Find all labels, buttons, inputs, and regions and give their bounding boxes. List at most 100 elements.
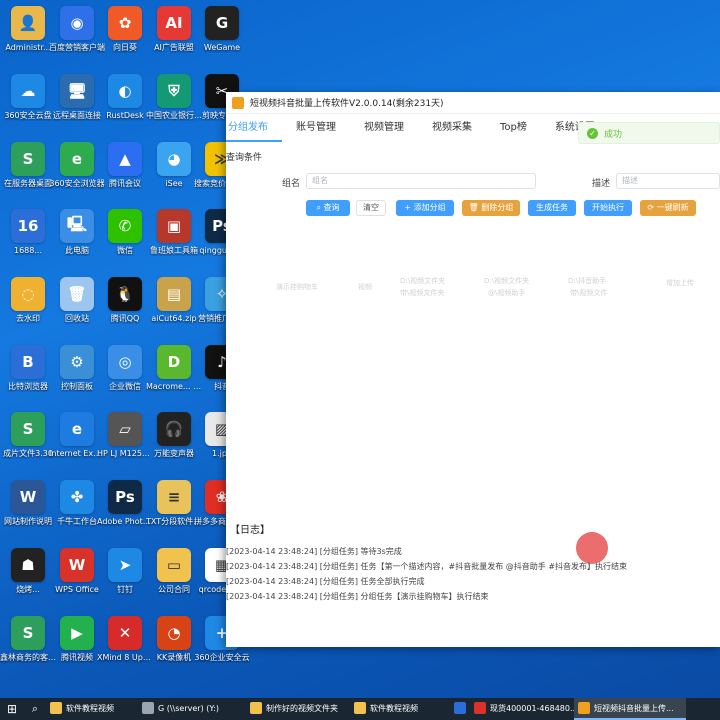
desktop-shortcut[interactable]: 🖥 远程桌面连接	[51, 72, 103, 138]
abc-bank-icon: ⛨	[157, 74, 191, 108]
taskbar: ⊞ ⌕ 软件教程视频 G (\\server) (Y:) 制作好的视频文件夹 软件教程…	[0, 698, 720, 720]
desktop-shortcut[interactable]: ◌ 去水印	[2, 275, 54, 341]
desktop-shortcut[interactable]: ✿ 向日葵	[99, 4, 151, 70]
table-cell: D:\视频文件夹	[400, 277, 446, 285]
desktop-shortcut[interactable]: ▣ 鲁班娘工具箱	[148, 207, 200, 273]
app-icon	[232, 96, 244, 109]
desktop-shortcut[interactable]: ⛨中国农业银行网银助手	[146, 72, 202, 138]
desktop-shortcut[interactable]: ▲ 腾讯会议	[99, 140, 151, 206]
dreamweaver-icon: D	[157, 345, 191, 379]
group-name-input[interactable]: 组名	[306, 173, 536, 189]
desktop-shortcut-label: 微信	[117, 246, 133, 255]
desktop-shortcut[interactable]: ☁ 360安全云盘	[2, 72, 54, 138]
refresh-icon: ⟳	[647, 203, 657, 212]
refresh-all-button[interactable]: ⟳ 一键刷新	[640, 200, 696, 216]
check-icon: ✓	[587, 127, 598, 139]
search-button[interactable]: ⌕ 查询	[306, 200, 350, 216]
desktop-shortcut[interactable]: 👤 Administr...	[2, 4, 54, 70]
taskbar-item[interactable]: 制作好的视频文件夹	[246, 698, 350, 720]
taskbar-item[interactable]: 短视频抖音批量上传...	[574, 698, 686, 720]
kk-recorder-icon: ◔	[157, 616, 191, 650]
rustdesk-icon: ◐	[108, 74, 142, 108]
desktop-shortcut[interactable]: ▶ 腾讯视频	[51, 614, 103, 680]
desktop-shortcut[interactable]: S 在服务器桌面	[2, 140, 54, 206]
start-execution-button[interactable]: 开始执行	[584, 200, 632, 216]
desktop-shortcut[interactable]: ☗ 烧烤...	[2, 546, 54, 612]
desktop-shortcut[interactable]: ▭ 公司合同	[148, 546, 200, 612]
tab-account-management[interactable]: 账号管理	[282, 114, 350, 142]
desktop-shortcut[interactable]: 🎧 万能变声器	[148, 410, 200, 476]
taskbar-item[interactable]: 软件教程视频	[350, 698, 450, 720]
tab-group-publish[interactable]: 分组发布	[226, 114, 282, 142]
generate-task-button[interactable]: 生成任务	[528, 200, 576, 216]
delete-group-label: 删除分组	[481, 203, 514, 212]
dingtalk-icon: ➤	[108, 548, 142, 582]
desktop-shortcut[interactable]: 🐧 腾讯QQ	[99, 275, 151, 341]
desktop-shortcut[interactable]: ◔ KK录像机	[148, 614, 200, 680]
delete-group-button[interactable]: 🗑 删除分组	[462, 200, 520, 216]
desktop-shortcut[interactable]: ⚙ 控制面板	[51, 343, 103, 409]
tab-top-list[interactable]: Top榜	[486, 114, 541, 142]
desktop-shortcut[interactable]: AI AI广告联盟	[148, 4, 200, 70]
log-line: [2023-04-14 23:48:24] [分组任务] 任务全部执行完成	[226, 577, 425, 586]
desktop-shortcut[interactable]: ◐ RustDesk	[99, 72, 151, 138]
desktop-shortcut[interactable]: ▤ aiCut64.zip	[148, 275, 200, 341]
desktop-shortcut[interactable]: ✆ 微信	[99, 207, 151, 273]
refresh-all-label: 一键刷新	[656, 203, 689, 212]
windows-start-icon[interactable]: ⊞	[0, 698, 24, 720]
desktop-shortcut-label: 腾讯会议	[109, 179, 141, 188]
desktop-shortcut-label: 钉钉	[117, 585, 133, 594]
desktop-shortcut[interactable]: S 鑫林商务的客户...	[0, 614, 56, 680]
desktop-shortcut[interactable]: e 360安全浏览器	[49, 140, 105, 206]
control-panel-icon: ⚙	[60, 345, 94, 379]
desktop-shortcut[interactable]: ▱ HP LJ M1251...	[97, 410, 153, 476]
spreadsheet-icon: S	[11, 142, 45, 176]
description-input[interactable]: 描述	[616, 173, 720, 189]
desktop-shortcut[interactable]: ≡TXT分段软件.exe	[146, 478, 202, 544]
desktop: 👤 Administr... ◉ 百度营销客户端 ✿ 向日葵 AI AI广告联盟 G WeGame…	[0, 0, 250, 690]
desktop-shortcut[interactable]: 🖳 此电脑	[51, 207, 103, 273]
desktop-shortcut[interactable]: G WeGame	[196, 4, 248, 70]
isee-icon: ◕	[157, 142, 191, 176]
desktop-shortcut[interactable]: eInternet Explorer	[49, 410, 105, 476]
desktop-shortcut[interactable]: Ps Adobe Photosh...	[97, 478, 153, 544]
desktop-shortcut[interactable]: ◎ 企业微信	[99, 343, 151, 409]
spreadsheet-icon: S	[11, 616, 45, 650]
desktop-shortcut[interactable]: S 成片文件3.30	[2, 410, 54, 476]
taskbar-item-label: 软件教程视频	[370, 703, 418, 713]
desktop-shortcut[interactable]: DMacrome... Dreamwe...	[146, 343, 202, 409]
clear-button[interactable]: 清空	[356, 200, 386, 216]
log-line: [2023-04-14 23:48:24] [分组任务] 任务【第一个描述内容，…	[226, 562, 628, 571]
taskbar-item[interactable]: 软件教程视频	[46, 698, 138, 720]
sunflower-icon: ✿	[108, 6, 142, 40]
window-titlebar[interactable]: 短视频抖音批量上传软件V2.0.0.14(剩余231天)	[226, 92, 720, 114]
desktop-shortcut[interactable]: B 比特浏览器	[2, 343, 54, 409]
desktop-shortcut[interactable]: 16 1688...	[2, 207, 54, 273]
desktop-shortcut[interactable]: W 网站制作说明	[2, 478, 54, 544]
plus-icon: +	[404, 203, 414, 212]
desktop-shortcut[interactable]: ✕ XMind 8 Update 9	[97, 614, 153, 680]
desktop-shortcut[interactable]: ◉ 百度营销客户端	[49, 4, 105, 70]
desktop-shortcut-label: XMind 8 Update 9	[97, 653, 153, 662]
qianniu-icon: ✤	[60, 480, 94, 514]
ie-icon: e	[60, 412, 94, 446]
desktop-shortcut[interactable]: 🗑 回收站	[51, 275, 103, 341]
add-group-button[interactable]: + 添加分组	[396, 200, 454, 216]
cloud-drive-icon: ☁	[11, 74, 45, 108]
taskbar-item[interactable]: 现货400001-468480...	[470, 698, 574, 720]
txt-tool-icon: ≡	[157, 480, 191, 514]
taskbar-item[interactable]	[450, 698, 470, 720]
desktop-shortcut[interactable]: ◕ iSee	[148, 140, 200, 206]
taskbar-item[interactable]: G (\\server) (Y:)	[138, 698, 246, 720]
taskbar-item-label: 现货400001-468480...	[490, 703, 574, 713]
taskbar-item-label: 短视频抖音批量上传...	[594, 703, 674, 713]
user-folder-icon: 👤	[11, 6, 45, 40]
search-icon[interactable]: ⌕	[24, 698, 46, 720]
table-cell: D:\视频文件夹	[484, 277, 530, 285]
desktop-shortcut[interactable]: ✤ 千牛工作台	[51, 478, 103, 544]
taskbar-item-label: G (\\server) (Y:)	[158, 703, 220, 713]
desktop-shortcut[interactable]: ➤ 钉钉	[99, 546, 151, 612]
tab-video-collection[interactable]: 视频采集	[418, 114, 486, 142]
desktop-shortcut[interactable]: W WPS Office	[51, 546, 103, 612]
tab-video-management[interactable]: 视频管理	[350, 114, 418, 142]
